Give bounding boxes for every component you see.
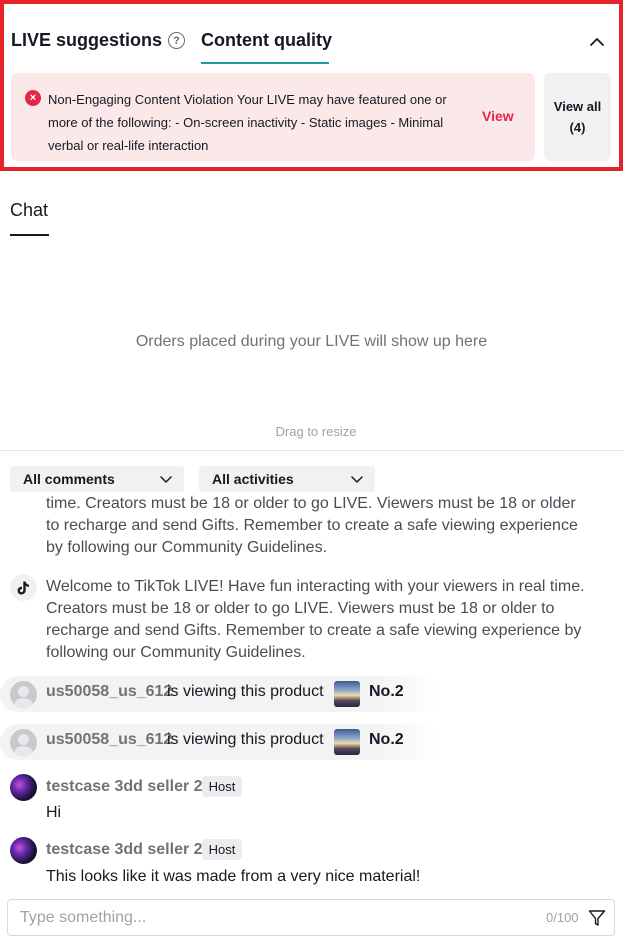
chevron-up-icon[interactable] <box>587 32 607 52</box>
view-all-count: (4) <box>569 120 586 135</box>
view-all-label: View all <box>553 99 602 114</box>
product-thumbnail[interactable] <box>334 681 360 707</box>
live-suggestions-panel: LIVE suggestions ? Content quality × Non… <box>0 0 623 171</box>
view-all-button[interactable]: View all (4) <box>544 73 611 161</box>
avatar <box>10 681 37 708</box>
product-name[interactable]: No.2 <box>369 731 404 749</box>
activities-filter-label: All activities <box>212 471 294 487</box>
product-view-event: us50058_us_612 is viewing this product N… <box>0 676 440 712</box>
tiktok-logo-icon <box>10 574 37 601</box>
tab-content-quality[interactable]: Content quality <box>201 30 332 51</box>
view-violation-link[interactable]: View <box>482 108 514 124</box>
active-tab-indicator <box>201 62 329 64</box>
comments-filter-label: All comments <box>23 471 115 487</box>
orders-empty-state: Orders placed during your LIVE will show… <box>135 333 488 350</box>
question-circle-icon[interactable]: ? <box>168 32 186 49</box>
tab-live-suggestions[interactable]: LIVE suggestions ? <box>11 30 186 51</box>
system-message-text: time. Creators must be 18 or older to go… <box>46 496 578 556</box>
send-icon[interactable] <box>588 909 606 927</box>
chevron-down-icon <box>160 476 172 483</box>
product-name[interactable]: No.2 <box>369 683 404 701</box>
host-username[interactable]: testcase 3dd seller 2 <box>46 841 203 859</box>
tab-chat[interactable]: Chat <box>10 200 48 221</box>
viewer-username[interactable]: us50058_us_612 <box>46 731 172 749</box>
character-counter: 0/100 <box>546 910 579 925</box>
chat-tab-indicator <box>10 234 49 236</box>
activities-filter-dropdown[interactable]: All activities <box>199 466 375 492</box>
product-thumbnail[interactable] <box>334 729 360 755</box>
host-badge: Host <box>202 776 242 797</box>
divider <box>0 450 623 451</box>
chat-message-text: This looks like it was made from a very … <box>46 868 421 885</box>
tab-live-suggestions-label: LIVE suggestions <box>11 30 163 50</box>
system-message-partial: time. Creators must be 18 or older to go… <box>0 496 623 564</box>
welcome-system-message: Welcome to TikTok LIVE! Have fun interac… <box>46 578 585 661</box>
comments-filter-dropdown[interactable]: All comments <box>10 466 184 492</box>
product-view-action: is viewing this product <box>167 731 324 748</box>
host-badge: Host <box>202 839 242 860</box>
violation-alert-card: × Non-Engaging Content Violation Your LI… <box>11 73 535 161</box>
chat-input-box: 0/100 <box>7 899 615 936</box>
drag-resize-handle[interactable]: Drag to resize <box>0 424 623 439</box>
viewer-username[interactable]: us50058_us_612 <box>46 683 172 701</box>
chat-input[interactable] <box>20 908 520 928</box>
avatar <box>10 774 37 801</box>
avatar <box>10 729 37 756</box>
chat-message-text: Hi <box>46 804 62 821</box>
product-view-event: us50058_us_612 is viewing this product N… <box>0 724 440 760</box>
host-username[interactable]: testcase 3dd seller 2 <box>46 778 203 796</box>
product-view-action: is viewing this product <box>167 683 324 700</box>
avatar <box>10 837 37 864</box>
error-circle-icon: × <box>25 90 41 106</box>
violation-message: Non-Engaging Content Violation Your LIVE… <box>48 92 447 153</box>
chevron-down-icon <box>351 476 363 483</box>
